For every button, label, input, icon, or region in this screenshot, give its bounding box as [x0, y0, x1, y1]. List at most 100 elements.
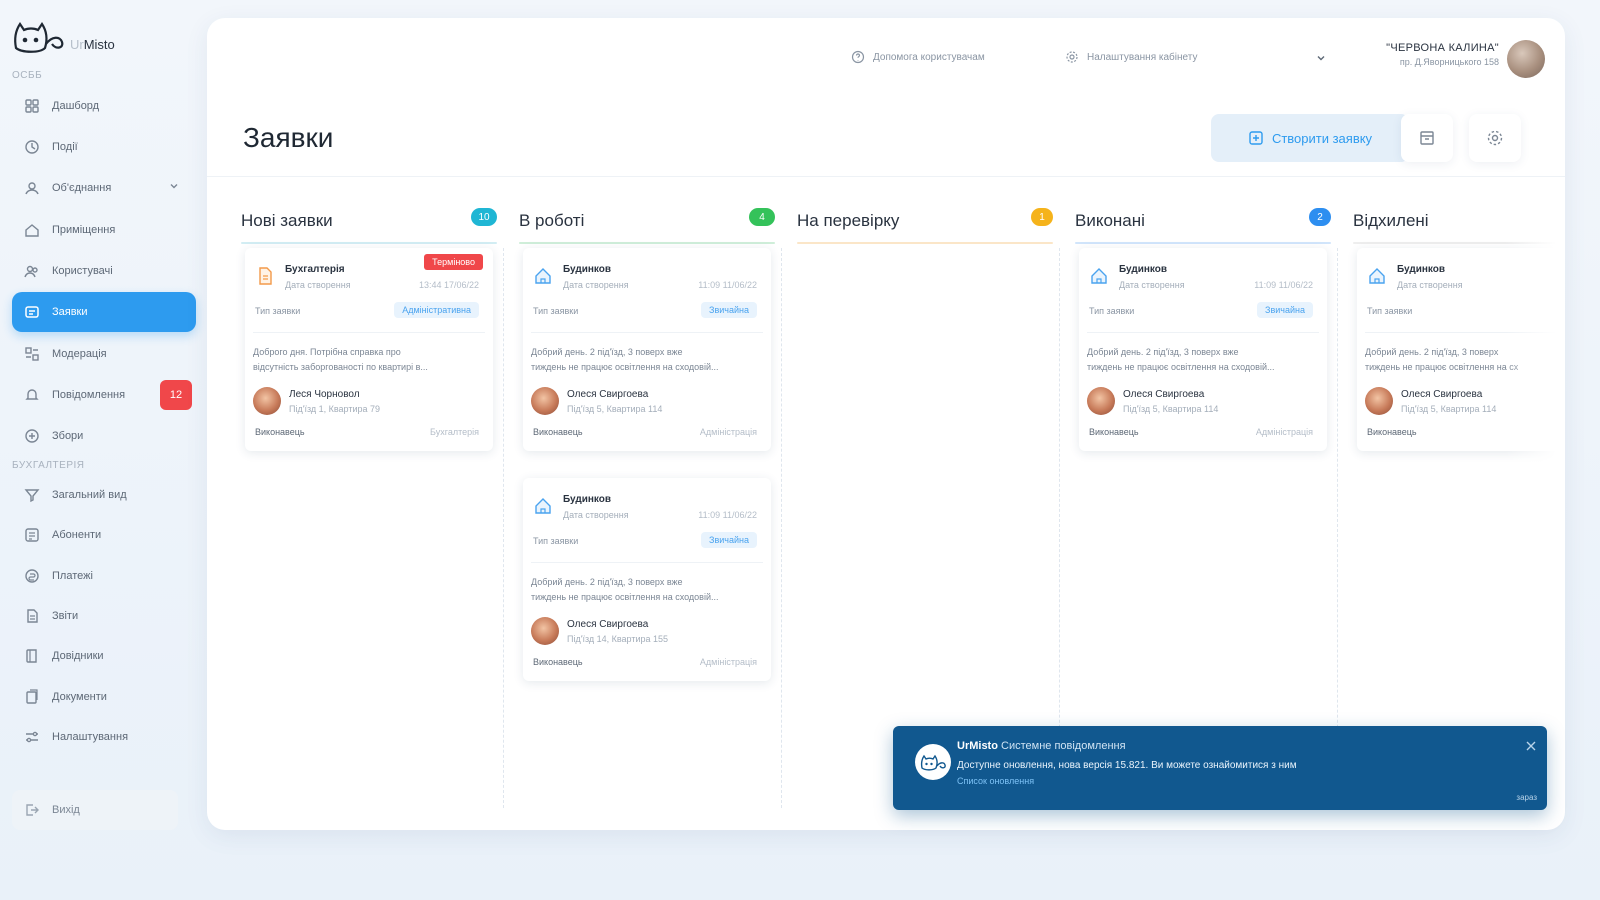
request-card[interactable]: Будинков Дата створення 11:09 11/06/22 Т… — [523, 478, 771, 681]
sidebar-item-meetings[interactable]: Збори — [12, 416, 196, 456]
column-count-badge: 4 — [749, 208, 775, 226]
section-label-accounting: БУХГАЛТЕРІЯ — [12, 460, 85, 471]
column-rejected: Відхилені Будинков Дата створення Тип за… — [1353, 204, 1565, 804]
sidebar-item-reports[interactable]: Звіти — [12, 596, 196, 636]
sidebar-item-dashboard[interactable]: Дашборд — [12, 86, 196, 126]
column-title: В роботі — [519, 211, 585, 230]
requests-icon — [25, 306, 39, 318]
card-author: Олеся Свиргоева Під'їзд 5, Квартира 114 — [1365, 385, 1565, 419]
card-category: Будинков — [563, 494, 612, 505]
request-card[interactable]: Бухгалтерія Терміново Дата створення 13:… — [245, 248, 493, 451]
sidebar-item-payments[interactable]: Платежі — [12, 556, 196, 596]
user-info[interactable]: "ЧЕРВОНА КАЛИНА" пр. Д.Яворницького 158 — [1357, 42, 1499, 67]
card-divider — [253, 332, 485, 333]
executor-label: Виконавець — [255, 427, 305, 437]
header-divider — [207, 176, 1565, 177]
column-header: На перевірку 1 — [797, 204, 1053, 238]
sidebar-item-events[interactable]: Події — [12, 127, 196, 167]
card-date-label: Дата створення — [563, 280, 629, 290]
sidebar-item-requests[interactable]: Заявки — [12, 292, 196, 332]
topbar: Допомога користувачам Налаштування кабін… — [207, 18, 1565, 98]
card-description: Доброго дня. Потрібна справка про відсутн… — [253, 347, 428, 372]
card-category: Будинков — [1119, 264, 1168, 275]
sidebar-item-label: Об'єднання — [52, 182, 112, 194]
create-request-button[interactable]: Створити заявку — [1211, 114, 1409, 162]
gear-icon — [1487, 130, 1503, 146]
sidebar-item-directories[interactable]: Довідники — [12, 636, 196, 676]
column-done: Виконані 2 Будинков Дата створення 11:09… — [1075, 204, 1331, 804]
cabinet-settings-link[interactable]: Налаштування кабінету — [1065, 50, 1197, 64]
building-icon — [1091, 268, 1107, 284]
card-author: Леся Чорновол Під'їзд 1, Квартира 79 — [253, 385, 485, 419]
column-count-badge: 2 — [1309, 208, 1331, 226]
request-card[interactable]: Будинков Дата створення 11:09 11/06/22 Т… — [523, 248, 771, 451]
card-date-label: Дата створення — [1119, 280, 1185, 290]
create-request-label: Створити заявку — [1271, 130, 1373, 146]
author-address: Під'їзд 1, Квартира 79 — [289, 404, 381, 414]
sidebar-item-label: Повідомлення — [52, 389, 126, 401]
column-title: Виконані — [1075, 211, 1145, 230]
avatar — [531, 617, 559, 645]
executor-value: Адміністрація — [699, 657, 757, 667]
brand-logo[interactable]: UrMisto — [12, 18, 115, 54]
sidebar-item-association[interactable]: Об'єднання — [12, 168, 196, 208]
sidebar-item-users[interactable]: Користувачі — [12, 251, 196, 291]
sidebar-item-moderation[interactable]: Модерація — [12, 334, 196, 374]
column-header: Нові заявки 10 — [241, 204, 497, 238]
avatar[interactable] — [1507, 40, 1545, 78]
card-footer: Виконавець Адміністрація — [531, 657, 763, 671]
help-link[interactable]: Допомога користувачам — [851, 50, 985, 64]
logout-button[interactable]: Вихід — [12, 790, 178, 830]
sidebar-item-label: Налаштування — [52, 731, 129, 743]
sidebar-item-documents[interactable]: Документи — [12, 677, 196, 717]
settings-icon — [26, 731, 38, 743]
column-underline — [519, 242, 775, 244]
system-notification[interactable]: UrMisto Системне повідомлення Доступне о… — [893, 726, 1547, 810]
card-footer: Виконавець Бухгалтерія — [253, 427, 485, 441]
chevron-down-icon[interactable] — [168, 180, 180, 192]
update-list-link[interactable]: Список оновлення — [957, 776, 1034, 786]
sidebar-item-label: Дашборд — [52, 100, 100, 112]
request-card[interactable]: Будинков Дата створення 11:09 11/06/22 Т… — [1079, 248, 1327, 451]
column-header: Відхилені — [1353, 204, 1565, 238]
sidebar-item-premises[interactable]: Приміщення — [12, 210, 196, 250]
card-category: Будинков — [1397, 264, 1446, 275]
sidebar-item-settings[interactable]: Налаштування — [12, 717, 196, 757]
archive-button[interactable] — [1401, 114, 1453, 162]
column-review: На перевірку 1 — [797, 204, 1053, 804]
user-address: пр. Д.Яворницького 158 — [1399, 57, 1499, 67]
card-date-label: Дата створення — [285, 280, 351, 290]
column-separator — [781, 248, 782, 808]
card-type-tag: Звичайна — [701, 532, 757, 548]
column-title: Нові заявки — [241, 211, 333, 230]
cabinet-settings-label: Налаштування кабінету — [1087, 51, 1198, 63]
notification-message: Доступне оновлення, нова версія 15.821. … — [957, 760, 1297, 771]
sidebar-item-label: Події — [52, 141, 78, 153]
card-author: Олеся Свиргоева Під'їзд 14, Квартира 155 — [531, 615, 763, 649]
request-card[interactable]: Будинков Дата створення Тип заявки Добри… — [1357, 248, 1565, 451]
column-underline — [797, 242, 1053, 244]
card-type-label: Тип заявки — [255, 306, 301, 316]
close-icon[interactable] — [1525, 740, 1537, 752]
sidebar-item-label: Користувачі — [52, 265, 113, 277]
sidebar-item-label: Збори — [52, 430, 84, 442]
sidebar-item-label: Модерація — [52, 348, 107, 360]
card-date-value: 11:09 11/06/22 — [698, 280, 757, 290]
column-header: В роботі 4 — [519, 204, 775, 238]
notification-time: зараз — [1516, 793, 1537, 802]
sidebar-item-label: Абоненти — [52, 529, 102, 541]
sidebar-item-messages[interactable]: Повідомлення 12 — [12, 375, 196, 415]
card-divider — [1087, 332, 1319, 333]
column-underline — [1353, 242, 1565, 244]
executor-value: Адміністрація — [699, 427, 757, 437]
archive-icon — [1420, 131, 1434, 145]
avatar — [253, 387, 281, 415]
avatar — [1087, 387, 1115, 415]
chevron-down-icon[interactable] — [1315, 52, 1327, 64]
settings-button[interactable] — [1469, 114, 1521, 162]
column-header: Виконані 2 — [1075, 204, 1331, 238]
sidebar-item-subscribers[interactable]: Абоненти — [12, 515, 196, 555]
card-author: Олеся Свиргоева Під'їзд 5, Квартира 114 — [531, 385, 763, 419]
sidebar-item-overview[interactable]: Загальний вид — [12, 475, 196, 515]
column-underline — [241, 242, 497, 244]
